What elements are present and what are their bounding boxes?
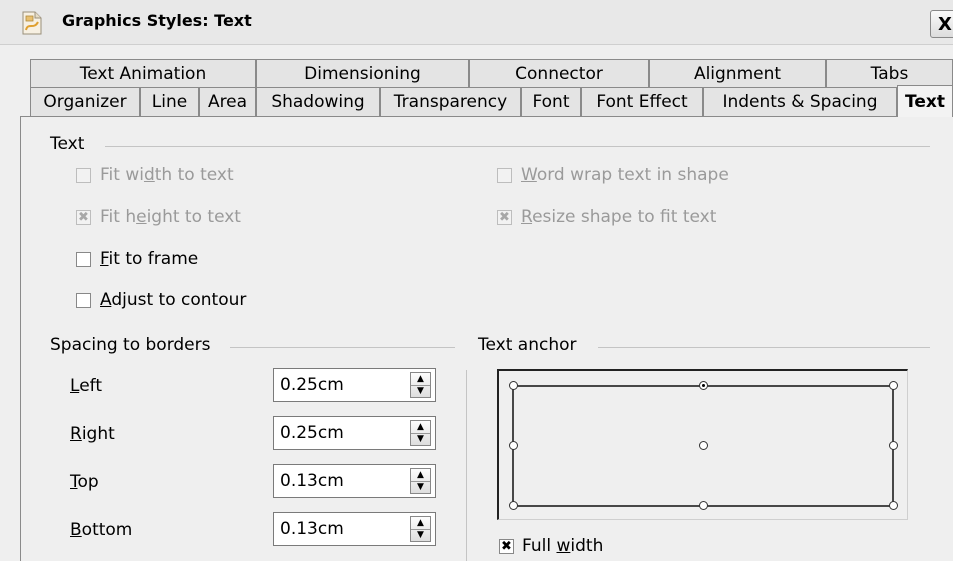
label-accelerator: B	[70, 520, 82, 540]
fit-height-checkbox[interactable]: ✖	[76, 210, 91, 225]
check-mark-icon: ✖	[78, 210, 89, 225]
bottom-spacing-label: Bottom	[70, 520, 132, 540]
anchor-center-radio[interactable]	[699, 441, 708, 450]
label-accelerator: R	[70, 424, 82, 444]
resize-shape-label: Resize shape to fit text	[521, 207, 716, 227]
fit-frame-checkbox[interactable]	[76, 252, 91, 267]
spin-button[interactable]: ▲ ▼	[410, 372, 431, 398]
top-spacing-field[interactable]: ▲▼	[273, 464, 436, 498]
label-accelerator: R	[521, 207, 533, 227]
tab-font[interactable]: Font	[521, 87, 581, 117]
left-spacing-input[interactable]	[280, 375, 398, 395]
label-text: it to frame	[108, 249, 199, 269]
spin-button[interactable]: ▲ ▼	[410, 468, 431, 494]
resize-shape-checkbox[interactable]: ✖	[497, 210, 512, 225]
decrement-arrow-icon[interactable]: ▼	[411, 481, 430, 493]
label-accelerator: A	[100, 290, 112, 310]
label-accelerator: d	[143, 165, 155, 185]
label-accelerator: e	[136, 207, 147, 227]
label-accelerator: F	[100, 249, 109, 269]
check-mark-icon: ✖	[501, 539, 512, 554]
tab-alignment[interactable]: Alignment	[649, 59, 826, 87]
word-wrap-checkbox[interactable]	[497, 168, 512, 183]
divider	[230, 347, 455, 348]
tab-organizer[interactable]: Organizer	[30, 87, 140, 117]
app-icon	[20, 10, 44, 36]
tab-indents-spacing[interactable]: Indents & Spacing	[703, 87, 897, 117]
label-text: esize shape to fit text	[532, 207, 717, 227]
tab-line[interactable]: Line	[140, 87, 199, 117]
fit-width-label: Fit width to text	[100, 165, 234, 185]
right-spacing-field[interactable]: ▲▼	[273, 416, 436, 450]
adjust-contour-label: Adjust to contour	[100, 290, 246, 310]
label-text: djust to contour	[111, 290, 247, 310]
title-bar: Graphics Styles: Text X	[0, 0, 953, 45]
tab-text-animation[interactable]: Text Animation	[30, 59, 256, 87]
label-accelerator: W	[521, 165, 537, 185]
label-accelerator: T	[70, 472, 78, 492]
spin-button[interactable]: ▲ ▼	[410, 420, 431, 446]
fit-width-checkbox[interactable]	[76, 168, 91, 183]
tab-font-effect[interactable]: Font Effect	[581, 87, 703, 117]
anchor-bottom-right-radio[interactable]	[889, 501, 898, 510]
adjust-contour-checkbox[interactable]	[76, 293, 91, 308]
divider	[105, 146, 930, 147]
anchor-section-heading: Text anchor	[478, 335, 583, 355]
label-accelerator: L	[70, 376, 80, 396]
right-spacing-label: Right	[70, 424, 115, 444]
window-title: Graphics Styles: Text	[62, 11, 252, 30]
left-spacing-label: Left	[70, 376, 102, 396]
tab-area[interactable]: Area	[199, 87, 256, 117]
close-button[interactable]: X	[930, 10, 953, 38]
fit-height-label: Fit height to text	[100, 207, 241, 227]
anchor-top-left-radio[interactable]	[509, 381, 518, 390]
decrement-arrow-icon[interactable]: ▼	[411, 433, 430, 445]
tab-text[interactable]: Text	[897, 85, 953, 117]
label-text: idth	[570, 536, 604, 556]
label-text: ord wrap text in shape	[536, 165, 729, 185]
anchor-bottom-center-radio[interactable]	[699, 501, 708, 510]
decrement-arrow-icon[interactable]: ▼	[411, 529, 430, 541]
divider	[466, 370, 467, 561]
text-anchor-selector[interactable]	[497, 369, 908, 520]
label-text: Fit wi	[100, 165, 144, 185]
label-accelerator: w	[556, 536, 571, 556]
label-text: Fit h	[100, 207, 137, 227]
word-wrap-label: Word wrap text in shape	[521, 165, 729, 185]
spin-button[interactable]: ▲ ▼	[410, 516, 431, 542]
right-spacing-input[interactable]	[280, 423, 398, 443]
label-text: ight	[81, 424, 115, 444]
bottom-spacing-input[interactable]	[280, 519, 398, 539]
top-spacing-label: Top	[70, 472, 99, 492]
bottom-spacing-field[interactable]: ▲▼	[273, 512, 436, 546]
label-text: th to text	[154, 165, 234, 185]
top-spacing-input[interactable]	[280, 471, 398, 491]
label-text: ottom	[81, 520, 133, 540]
anchor-center-left-radio[interactable]	[509, 441, 518, 450]
anchor-top-center-radio[interactable]	[699, 381, 708, 390]
fit-frame-label: Fit to frame	[100, 249, 198, 269]
tab-tabs[interactable]: Tabs	[826, 59, 953, 87]
anchor-bottom-left-radio[interactable]	[509, 501, 518, 510]
tab-dimensioning[interactable]: Dimensioning	[256, 59, 469, 87]
anchor-top-right-radio[interactable]	[889, 381, 898, 390]
check-mark-icon: ✖	[499, 210, 510, 225]
label-text: ight to text	[146, 207, 241, 227]
tab-connector[interactable]: Connector	[469, 59, 649, 87]
divider	[598, 347, 930, 348]
label-text: eft	[79, 376, 102, 396]
text-section-heading: Text	[50, 134, 91, 154]
full-width-checkbox[interactable]: ✖	[499, 539, 514, 554]
anchor-center-right-radio[interactable]	[889, 441, 898, 450]
full-width-label: Full width	[522, 536, 603, 556]
tab-shadowing[interactable]: Shadowing	[256, 87, 380, 117]
label-text: Full	[522, 536, 557, 556]
decrement-arrow-icon[interactable]: ▼	[411, 385, 430, 397]
label-text: op	[77, 472, 99, 492]
spacing-section-heading: Spacing to borders	[50, 335, 217, 355]
tab-transparency[interactable]: Transparency	[380, 87, 521, 117]
left-spacing-field[interactable]: ▲▼	[273, 368, 436, 402]
